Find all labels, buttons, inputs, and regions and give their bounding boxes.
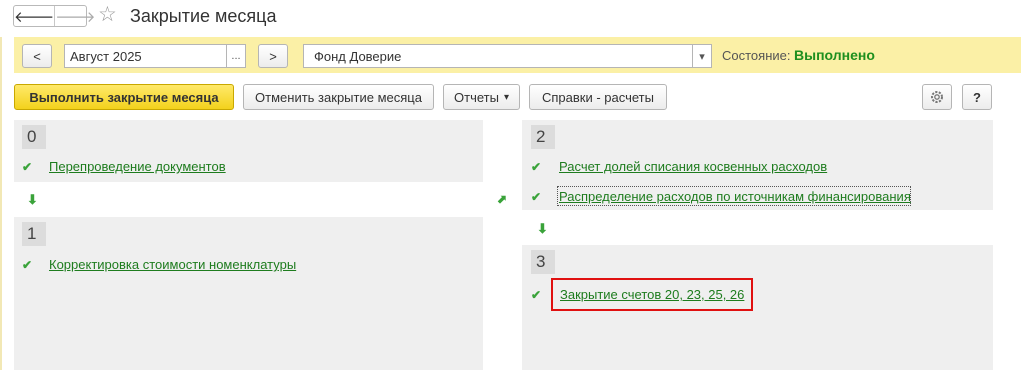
help-button[interactable]: ? bbox=[962, 84, 992, 110]
arrow-down-icon: ⬇ bbox=[537, 221, 548, 236]
stage-link[interactable]: Перепроведение документов bbox=[49, 159, 226, 174]
chevron-down-icon: ▾ bbox=[503, 91, 509, 103]
check-icon: ✔ bbox=[22, 258, 33, 272]
page-title: Закрытие месяца bbox=[130, 6, 277, 26]
favorite-star-icon[interactable]: ☆ bbox=[98, 2, 117, 28]
state-label: Состояние: bbox=[722, 48, 791, 63]
settings-button[interactable] bbox=[922, 84, 952, 110]
stage-1-panel bbox=[14, 217, 483, 370]
period-choose-button[interactable]: ... bbox=[226, 44, 246, 68]
run-close-month-button[interactable]: Выполнить закрытие месяца bbox=[14, 84, 234, 110]
stage-link[interactable]: Корректировка стоимости номенклатуры bbox=[49, 257, 296, 272]
check-icon: ✔ bbox=[531, 288, 542, 302]
check-icon: ✔ bbox=[531, 160, 542, 174]
gear-icon bbox=[931, 91, 943, 103]
forward-button[interactable]: 🡒 bbox=[55, 6, 95, 26]
arrow-left-icon: 🡐 bbox=[14, 8, 55, 26]
stage-link[interactable]: Расчет долей списания косвенных расходов bbox=[559, 159, 827, 174]
reports-label: Отчеты bbox=[454, 89, 499, 105]
state-value: Выполнено bbox=[794, 47, 875, 63]
arrow-up-right-icon: ⬈ bbox=[497, 192, 508, 206]
stage-link[interactable]: Распределение расходов по источникам фин… bbox=[559, 189, 911, 204]
check-icon: ✔ bbox=[22, 160, 33, 174]
cancel-close-month-button[interactable]: Отменить закрытие месяца bbox=[243, 84, 434, 110]
organization-field[interactable]: Фонд Доверие bbox=[303, 44, 693, 68]
back-button[interactable]: 🡐 bbox=[14, 6, 56, 26]
organization-dropdown-icon[interactable]: ▾ bbox=[692, 44, 712, 68]
stage-number: 1 bbox=[22, 222, 46, 246]
nav-buttons: 🡐 🡒 bbox=[13, 5, 95, 27]
prev-period-button[interactable]: < bbox=[22, 44, 52, 68]
period-field[interactable]: Август 2025 bbox=[64, 44, 227, 68]
arrow-right-icon: 🡒 bbox=[55, 8, 96, 26]
reports-button[interactable]: Отчеты ▾ bbox=[443, 84, 520, 110]
stage-number: 2 bbox=[531, 125, 555, 149]
stage-number: 0 bbox=[22, 125, 46, 149]
stage-link[interactable]: Закрытие счетов 20, 23, 25, 26 bbox=[560, 287, 744, 302]
stage-number: 3 bbox=[531, 250, 555, 274]
left-edge bbox=[0, 37, 2, 370]
next-period-button[interactable]: > bbox=[258, 44, 288, 68]
arrow-down-icon: ⬇ bbox=[27, 192, 38, 207]
help-calc-button[interactable]: Справки - расчеты bbox=[529, 84, 667, 110]
check-icon: ✔ bbox=[531, 190, 542, 204]
